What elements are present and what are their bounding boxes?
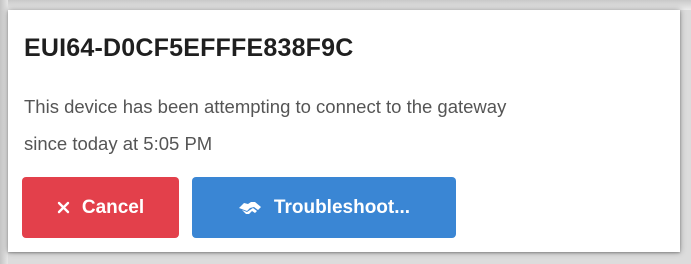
- dialog-message-line-1: This device has been attempting to conne…: [24, 96, 507, 117]
- troubleshoot-button-label: Troubleshoot...: [273, 196, 411, 218]
- cancel-button-label: Cancel: [81, 196, 145, 218]
- background-edge-top: [0, 0, 691, 10]
- background-edge-left: [0, 0, 8, 264]
- device-connection-dialog: EUI64-D0CF5EFFFE838F9C This device has b…: [8, 10, 680, 252]
- dialog-message-line-2: since today at 5:05 PM: [24, 133, 213, 154]
- troubleshoot-button[interactable]: Troubleshoot...: [192, 177, 456, 238]
- close-icon: [57, 201, 70, 214]
- dialog-message: This device has been attempting to conne…: [24, 88, 674, 162]
- handshake-icon: [238, 199, 262, 217]
- cancel-button[interactable]: Cancel: [22, 177, 179, 238]
- dialog-title: EUI64-D0CF5EFFFE838F9C: [24, 34, 354, 62]
